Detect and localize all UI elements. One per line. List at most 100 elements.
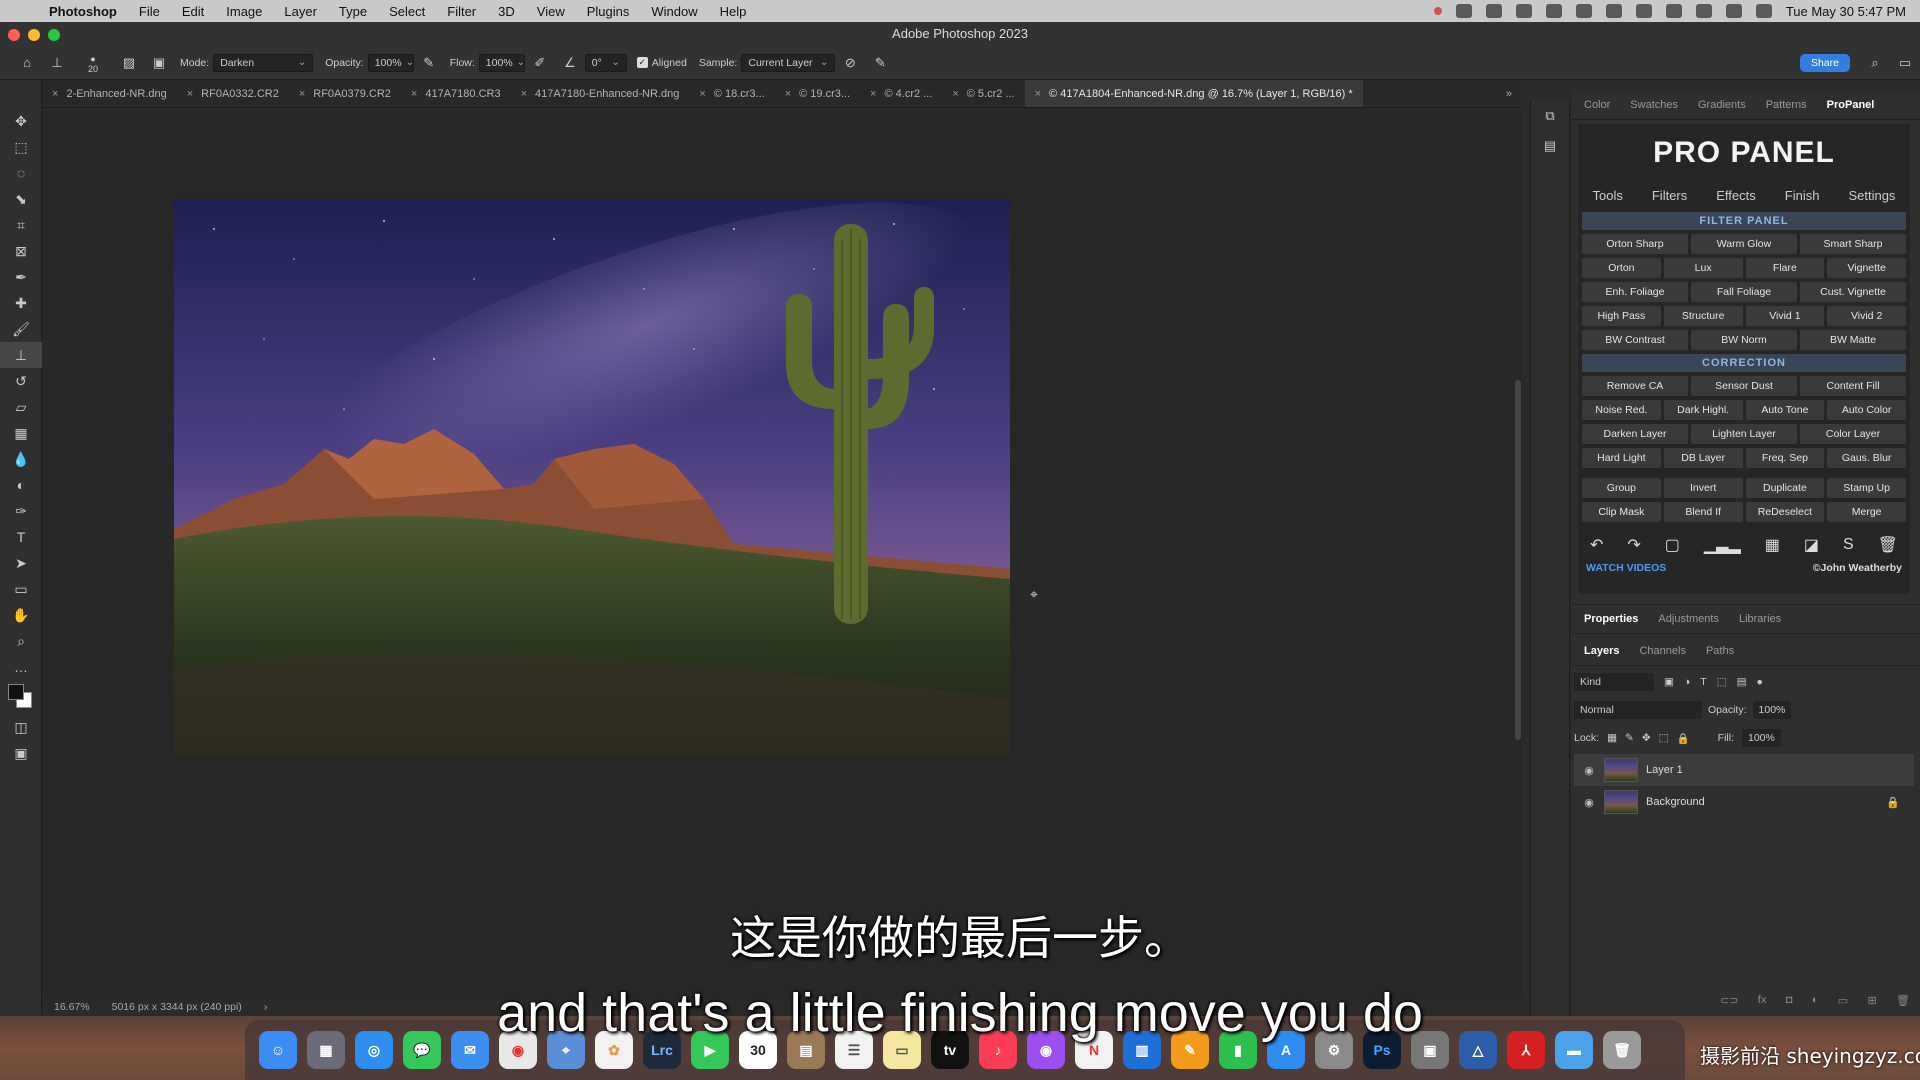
propanel-button[interactable]: Vivid 2 [1827,306,1906,326]
propanel-button[interactable]: Fall Foliage [1691,282,1797,302]
propanel-button[interactable]: Lighten Layer [1691,424,1797,444]
status-menu-icon[interactable] [1485,4,1502,18]
document-photo[interactable] [174,199,1010,756]
screen-mode-icon[interactable]: ▣ [0,740,42,766]
redo-icon[interactable]: ↷ [1627,535,1640,555]
lock-pixels-icon[interactable]: ✎ [1625,732,1634,744]
status-menu-icon[interactable] [1605,4,1622,18]
scrollbar-thumb[interactable] [1515,380,1521,740]
propanel-button[interactable]: Orton [1582,258,1661,278]
foreground-color-swatch[interactable] [8,684,24,700]
document-tab[interactable]: × © 18.cr3... [689,80,774,107]
type-tool-icon[interactable]: T [0,524,42,550]
tab-gradients[interactable]: Gradients [1698,99,1746,111]
document-tab[interactable]: × © 5.cr2 ... [942,80,1024,107]
brush-settings-icon[interactable]: ▨ [120,54,138,72]
propanel-button[interactable]: Group [1582,478,1661,498]
layer-opacity-value[interactable]: 100% [1752,701,1792,719]
tab-adjustments[interactable]: Adjustments [1658,613,1719,625]
tab-propanel[interactable]: ProPanel [1827,99,1875,111]
propanel-button[interactable]: Dark Highl. [1663,400,1743,420]
hand-tool-icon[interactable]: ✋ [0,602,42,628]
propanel-button[interactable]: Merge [1827,502,1906,522]
propanel-button[interactable]: Lux [1663,258,1743,278]
fill-value[interactable]: 100% [1742,729,1781,747]
status-menu-icon[interactable] [1575,4,1592,18]
propanel-button[interactable]: BW Contrast [1582,330,1688,350]
propanel-button[interactable]: DB Layer [1663,448,1743,468]
eyedropper-tool-icon[interactable]: ✒ [0,264,42,290]
filter-adjustment-icon[interactable]: ◑ [1684,676,1690,688]
zoom-window-button[interactable] [48,29,60,41]
propanel-button[interactable]: Noise Red. [1582,400,1661,420]
propanel-button[interactable]: Vignette [1827,258,1906,278]
recording-indicator-icon[interactable] [1433,7,1442,15]
aligned-checkbox[interactable]: ✓ [636,57,648,68]
filter-pixel-icon[interactable]: ▣ [1664,676,1674,688]
menubar-clock[interactable]: Tue May 30 5:47 PM [1786,4,1906,19]
search-icon[interactable]: ⌕ [1866,54,1884,72]
menu-app-photoshop[interactable]: Photoshop [38,4,128,19]
menu-type[interactable]: Type [328,4,378,19]
layer-kind-filter[interactable]: Kind [1574,673,1654,691]
angle-input[interactable]: 0° [584,53,627,72]
propanel-button[interactable]: Color Layer [1800,424,1906,444]
zoom-tool-icon[interactable]: ⌕ [0,628,42,654]
propanel-button[interactable]: Gaus. Blur [1827,448,1906,468]
visibility-eye-icon[interactable]: ◉ [1574,796,1604,809]
ignore-adjustment-layers-icon[interactable]: ⊘ [841,54,859,72]
close-tab-icon[interactable]: × [870,80,876,107]
propanel-button[interactable]: Cust. Vignette [1800,282,1906,302]
close-tab-icon[interactable]: × [52,80,58,107]
tab-channels[interactable]: Channels [1639,645,1685,657]
menu-3d[interactable]: 3D [487,4,526,19]
healing-brush-tool-icon[interactable]: ✚ [0,290,42,316]
propanel-button[interactable]: BW Matte [1800,330,1906,350]
document-tab[interactable]: × © 4.cr2 ... [860,80,942,107]
move-tool-icon[interactable]: ✥ [0,108,42,134]
sample-dropdown[interactable]: Current Layer [741,53,836,72]
curves-icon[interactable]: ◪ [1804,535,1819,555]
propanel-button[interactable]: ReDeselect [1745,502,1825,522]
frame-tool-icon[interactable]: ⊠ [0,238,42,264]
propanel-button[interactable]: Vivid 1 [1745,306,1825,326]
propanel-button[interactable]: Clip Mask [1582,502,1661,522]
tab-patterns[interactable]: Patterns [1766,99,1807,111]
propanel-button[interactable]: BW Norm [1691,330,1797,350]
undo-icon[interactable]: ↶ [1590,535,1603,555]
share-button[interactable]: Share [1799,53,1850,72]
close-tab-icon[interactable]: × [299,80,305,107]
filter-smart-object-icon[interactable]: ▤ [1737,676,1747,688]
propanel-button[interactable]: Remove CA [1582,376,1688,396]
brush-size-picker[interactable]: ● 20 [78,54,108,74]
layer-lock-icon[interactable]: 🔒 [1886,796,1900,809]
history-panel-icon[interactable]: ⧉ [1531,108,1569,124]
menu-plugins[interactable]: Plugins [576,4,641,19]
frame-icon[interactable]: ▢ [1665,535,1680,555]
layer-name[interactable]: Background [1646,796,1705,808]
object-selection-tool-icon[interactable]: ⬊ [0,186,42,212]
menu-image[interactable]: Image [215,4,273,19]
menu-filter[interactable]: Filter [436,4,487,19]
propanel-button[interactable]: Auto Color [1827,400,1906,420]
night-mode-icon[interactable] [1635,4,1652,18]
close-tab-icon[interactable]: × [952,80,958,107]
tab-layers[interactable]: Layers [1584,645,1619,657]
home-icon[interactable]: ⌂ [18,54,36,72]
filter-shape-icon[interactable]: ⬚ [1717,676,1727,688]
path-selection-tool-icon[interactable]: ➤ [0,550,42,576]
propanel-button[interactable]: Warm Glow [1691,234,1797,254]
pressure-opacity-icon[interactable]: ✎ [420,54,438,72]
search-icon[interactable] [1725,4,1742,18]
propanel-button[interactable]: Hard Light [1582,448,1661,468]
watch-videos-link[interactable]: WATCH VIDEOS [1586,562,1666,574]
tab-color[interactable]: Color [1584,99,1610,111]
status-menu-icon[interactable] [1545,4,1562,18]
filter-type-icon[interactable]: T [1700,676,1706,688]
menu-view[interactable]: View [526,4,576,19]
histogram-icon[interactable]: ▁▃▂ [1704,535,1741,555]
close-tab-icon[interactable]: × [187,80,193,107]
airbrush-icon[interactable]: ✐ [531,54,549,72]
menu-help[interactable]: Help [709,4,758,19]
angle-icon[interactable]: ∠ [561,54,579,72]
